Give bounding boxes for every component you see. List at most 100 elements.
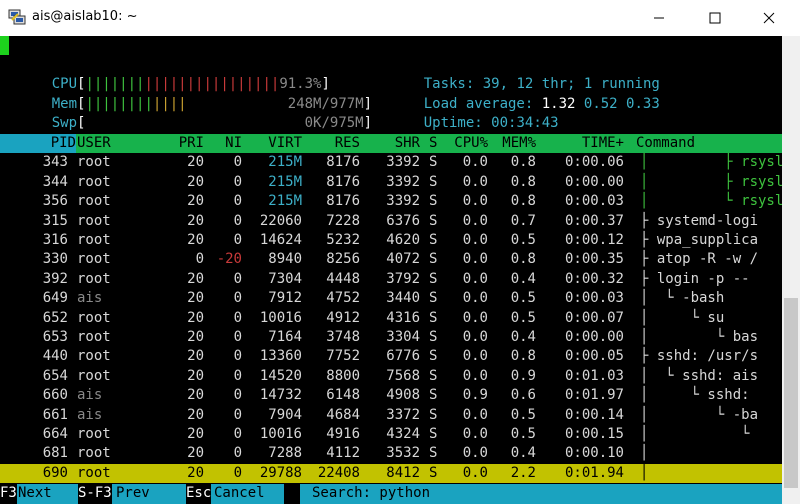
cell-cmd: │ └ su <box>640 309 725 326</box>
esc-key[interactable]: Esc <box>186 484 212 504</box>
f3-key[interactable]: F3 <box>0 484 17 504</box>
cell-virt: 22060 <box>259 212 302 229</box>
cell-time: 0:00.15 <box>564 426 624 442</box>
cell-res: 4752 <box>326 290 360 307</box>
cell-pid: 681 <box>42 445 68 462</box>
cell-mem: 0.5 <box>510 232 536 248</box>
cell-s: S <box>429 426 438 442</box>
cell-ni: 0 <box>233 329 242 345</box>
cell-mem: 0.9 <box>510 367 536 384</box>
cell-ni: 0 <box>233 367 242 384</box>
column-header-user[interactable]: USER <box>77 134 111 153</box>
cell-cpu: 0.9 <box>462 387 488 404</box>
cell-mem: 0.5 <box>510 290 536 307</box>
process-table-header[interactable]: PID USER PRI NI VIRT RES SHR S CPU% MEM%… <box>0 134 782 154</box>
terminal-scrollbar[interactable] <box>782 36 800 504</box>
column-header-cpu[interactable]: CPU% <box>446 134 488 153</box>
maximize-button[interactable] <box>692 0 738 36</box>
cell-pid: 690 <box>42 464 68 481</box>
sf3-prev-label[interactable]: Prev <box>116 484 150 504</box>
cell-pid: 343 <box>42 154 68 171</box>
cell-ni: 0 <box>233 309 242 326</box>
cell-time: 0:00.35 <box>564 251 624 268</box>
cell-pri: 20 <box>187 367 204 384</box>
minimize-button[interactable] <box>636 0 682 36</box>
process-row[interactable]: 652 root 20 0 10016 4912 4316 S 0.0 0.5 0:00.07 │ └… <box>0 309 782 328</box>
cell-pri: 20 <box>187 464 204 481</box>
cell-shr: 4908 <box>386 387 420 404</box>
cell-mem: 0.4 <box>510 270 536 287</box>
cell-cmd: │ └ <box>640 426 750 442</box>
f3-next-label[interactable]: Next <box>18 484 52 504</box>
column-header-res[interactable]: RES <box>310 134 360 153</box>
cell-time: 0:01.97 <box>564 387 624 404</box>
cell-user: root <box>77 232 111 248</box>
cell-cmd: │ <box>640 445 649 462</box>
cell-s: S <box>429 387 438 404</box>
cell-user: root <box>77 464 111 481</box>
cell-cpu: 0.0 <box>462 367 488 384</box>
cell-cmd: ├ wpa_supplica <box>640 232 759 248</box>
cell-mem: 0.8 <box>510 193 536 210</box>
cell-time: 0:00.00 <box>564 329 624 345</box>
cell-ni: 0 <box>233 154 242 171</box>
cell-pri: 20 <box>187 309 204 326</box>
cell-user: root <box>77 270 111 287</box>
column-header-mem[interactable]: MEM% <box>494 134 536 153</box>
column-header-state[interactable]: S <box>429 134 437 153</box>
column-header-pri[interactable]: PRI <box>160 134 204 153</box>
column-header-time[interactable]: TIME+ <box>548 134 624 153</box>
cell-pri: 20 <box>187 290 204 307</box>
cell-shr: 7568 <box>386 367 420 384</box>
process-row[interactable]: 316 root 20 0 14624 5232 4620 S 0.0 0.5 0:00.12 ├ w… <box>0 231 782 250</box>
cell-cpu: 0.0 <box>462 348 488 365</box>
column-header-virt[interactable]: VIRT <box>246 134 302 153</box>
maximize-icon <box>709 12 721 24</box>
column-header-ni[interactable]: NI <box>212 134 242 153</box>
terminal-cursor <box>0 36 9 55</box>
process-row[interactable]: 653 root 20 0 7164 3748 3304 S 0.0 0.4 0:00.00 │ └ … <box>0 328 782 347</box>
process-row[interactable]: 392 root 20 0 7304 4448 3792 S 0.0 0.4 0:00.32 ├ lo… <box>0 270 782 289</box>
process-row[interactable]: 440 root 20 0 13360 7752 6776 S 0.0 0.8 0:00.05 ├ s… <box>0 347 782 366</box>
cell-time: 0:00.32 <box>564 270 624 287</box>
cell-shr: 3440 <box>386 290 420 307</box>
process-row[interactable]: 661 ais 20 0 7904 4684 3372 S 0.0 0.5 0:00.14 │ └ -… <box>0 406 782 425</box>
cell-user: root <box>77 251 111 268</box>
cell-ni: 0 <box>233 193 242 210</box>
process-row[interactable]: 343 root 20 0 215M 8176 3392 S 0.0 0.8 0:00.06 │ ├ … <box>0 153 800 172</box>
column-header-command[interactable]: Command <box>636 134 695 153</box>
cell-user: root <box>77 367 111 384</box>
cell-s: S <box>429 270 438 287</box>
column-header-shr[interactable]: SHR <box>370 134 420 153</box>
cell-cpu: 0.0 <box>462 232 488 248</box>
process-row[interactable]: 344 root 20 0 215M 8176 3392 S 0.0 0.8 0:00.00 │ ├ … <box>0 173 800 192</box>
column-header-pid[interactable]: PID <box>0 134 76 154</box>
close-button[interactable] <box>746 0 792 36</box>
process-row[interactable]: 315 root 20 0 22060 7228 6376 S 0.0 0.7 0:00.37 ├ s… <box>0 212 782 231</box>
process-row[interactable]: 330 root 0 -20 8940 8256 4072 S 0.0 0.8 0:00.35 ├ a… <box>0 250 782 269</box>
search-input[interactable]: Search: python <box>312 484 430 504</box>
process-row[interactable]: 664 root 20 0 10016 4916 4324 S 0.0 0.5 0:00.15 │ └ <box>0 425 782 444</box>
process-row[interactable]: 681 root 20 0 7288 4112 3532 S 0.0 0.4 0:00.10 │ <box>0 444 782 463</box>
cell-pid: 652 <box>42 309 68 326</box>
process-row[interactable]: 690 root 20 0 29788 22408 8412 S 0.0 2.2 0:01.94 │ <box>0 463 782 484</box>
process-row[interactable]: 660 ais 20 0 14732 6148 4908 S 0.9 0.6 0:01.97 │ └ … <box>0 386 782 405</box>
cell-mem: 2.2 <box>510 464 536 481</box>
cell-pid: 649 <box>42 290 68 307</box>
process-row[interactable]: 649 ais 20 0 7912 4752 3440 S 0.0 0.5 0:00.03 │ └ -… <box>0 289 782 308</box>
scrollbar-thumb[interactable] <box>784 298 798 488</box>
cell-cpu: 0.0 <box>462 173 488 190</box>
terminal-area[interactable]: CPU[|||||||||||||||||||||||91.3%] Mem[||… <box>0 36 800 504</box>
process-row[interactable]: 654 root 20 0 14520 8800 7568 S 0.0 0.9 0:01.03 │ └… <box>0 367 782 386</box>
process-row[interactable]: 356 root 20 0 215M 8176 3392 S 0.0 0.8 0:00.03 │ └ … <box>0 192 800 211</box>
cell-time: 0:00.07 <box>564 309 624 326</box>
cell-pid: 392 <box>42 270 68 287</box>
esc-cancel-label[interactable]: Cancel <box>214 484 265 504</box>
window-title: ais@aislab10: ~ <box>32 9 138 24</box>
cell-s: S <box>429 329 438 345</box>
cell-ni: 0 <box>233 270 242 287</box>
cell-shr: 3392 <box>386 154 420 171</box>
cell-mem: 0.4 <box>510 329 536 345</box>
sf3-key[interactable]: S-F3 <box>78 484 112 504</box>
cell-ni: 0 <box>233 426 242 442</box>
